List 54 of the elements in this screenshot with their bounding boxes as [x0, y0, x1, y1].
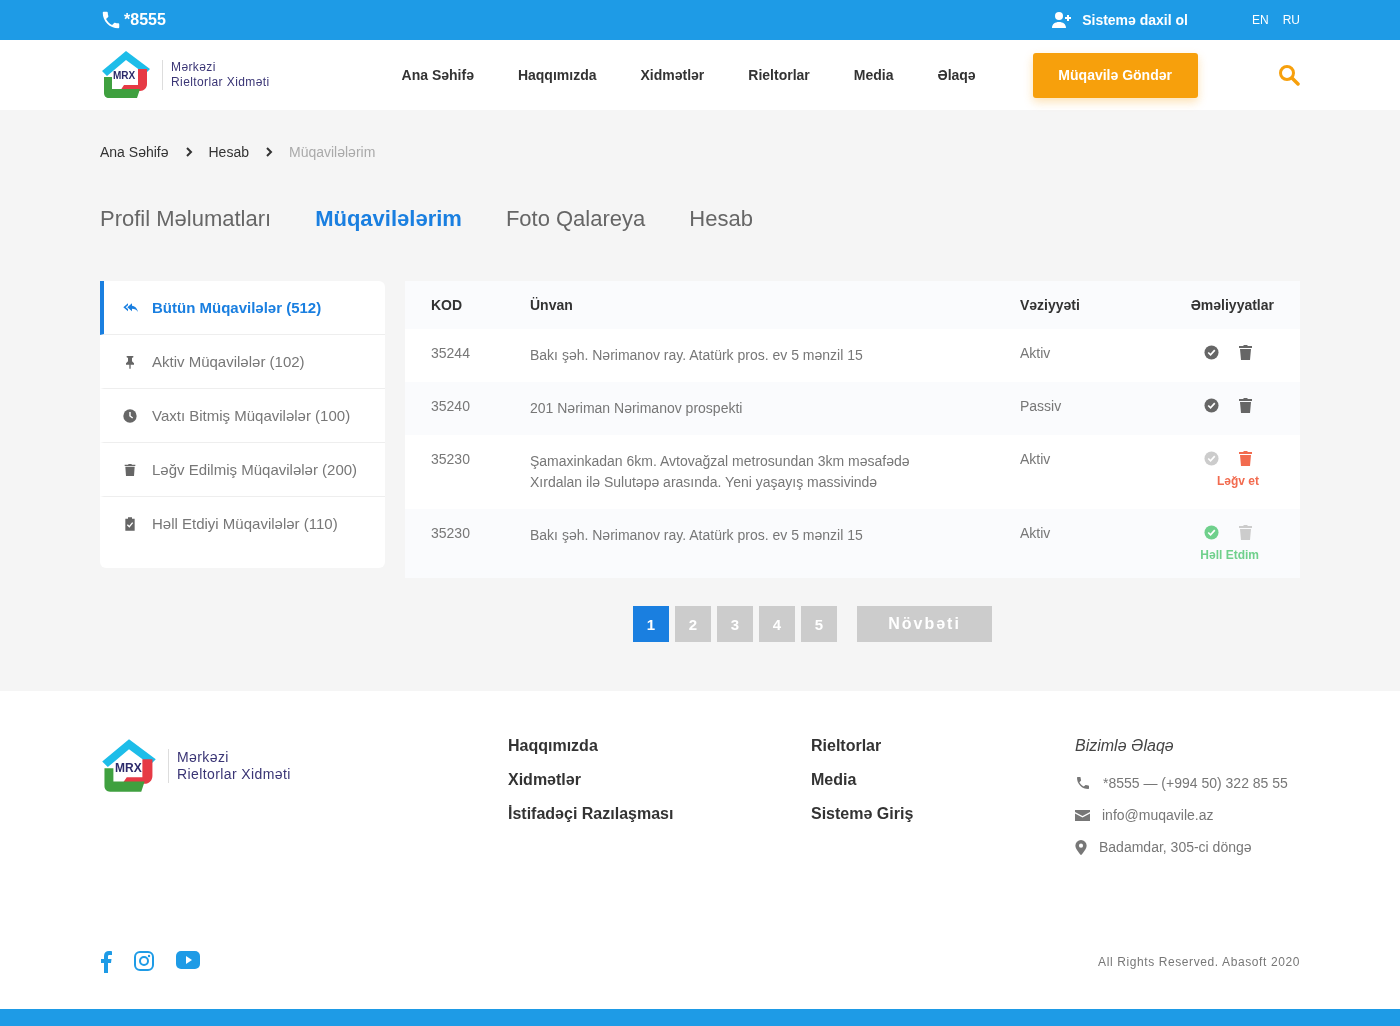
- filter-item[interactable]: Bütün Müqavilələr (512): [100, 281, 385, 335]
- profile-tab[interactable]: Profil Məlumatları: [100, 206, 272, 232]
- action-label[interactable]: Ləğv et: [1217, 474, 1274, 488]
- breadcrumb-link[interactable]: Ana Səhifə: [100, 144, 169, 160]
- logo-text: Mərkəzi Rieltorlar Xidməti: [168, 749, 291, 783]
- table-cell-text: 201 Nəriman Nərimanov prospekti: [530, 399, 744, 418]
- column-header: Vəziyyəti: [1020, 297, 1081, 313]
- contact-text: Badamdar, 305-ci döngə: [1099, 839, 1252, 855]
- filter-item[interactable]: Aktiv Müqavilələr (102): [100, 335, 385, 389]
- language-link[interactable]: RU: [1282, 13, 1300, 27]
- filter-item[interactable]: Ləğv Edilmiş Müqavilələr (200): [100, 443, 385, 497]
- filter-item[interactable]: Vaxtı Bitmiş Müqavilələr (100): [100, 389, 385, 443]
- table-cell-text: 35230: [431, 451, 471, 469]
- footer-link[interactable]: Rieltorlar: [811, 737, 1075, 755]
- page-button[interactable]: 1: [633, 606, 669, 642]
- nav-link[interactable]: Media: [853, 67, 894, 83]
- footer-link[interactable]: Media: [811, 771, 1075, 789]
- logo-mark-text: MRX: [115, 761, 142, 775]
- table-cell-text: Aktiv: [1020, 451, 1052, 469]
- contact-heading: Bizimlə Əlaqə: [1075, 737, 1175, 755]
- nav-link[interactable]: Əlaqə: [937, 67, 976, 83]
- logo-text: Mərkəzi Rieltorlar Xidməti: [162, 60, 270, 90]
- footer-link[interactable]: Haqqımızda: [508, 737, 811, 755]
- column-header: KOD: [431, 297, 464, 313]
- table-cell-text: Aktiv: [1020, 345, 1052, 363]
- logo-mark-text: MRX: [113, 70, 136, 81]
- breadcrumb-link[interactable]: Hesab: [208, 144, 249, 160]
- table-cell-text: Bakı şəh. Nərimanov ray. Atatürk pros. ev 5 mənzil 15: [530, 526, 864, 545]
- column-header: Ünvan: [530, 297, 574, 313]
- nav-link[interactable]: Haqqımızda: [517, 67, 597, 83]
- table-cell-text: Bakı şəh. Nərimanov ray. Atatürk pros. ev 5 mənzil 15: [530, 346, 864, 365]
- profile-tab[interactable]: Hesab: [689, 206, 753, 232]
- hotline-number[interactable]: *8555: [100, 9, 166, 31]
- nav-link[interactable]: Xidmətlər: [640, 67, 705, 83]
- table-cell-text: 35244: [431, 345, 471, 363]
- footer-link[interactable]: Xidmətlər: [508, 771, 811, 789]
- footer-link[interactable]: İstifadəçi Razılaşması: [508, 805, 811, 823]
- column-header: Əməliyyatlar: [1189, 297, 1274, 313]
- filter-item[interactable]: Həll Etdiyi Müqavilələr (110): [100, 497, 385, 550]
- profile-tab[interactable]: Foto Qalareya: [505, 206, 646, 232]
- table-cell-text: Aktiv: [1020, 525, 1052, 543]
- nav-link[interactable]: Ana Səhifə: [401, 67, 474, 83]
- contact-text: info@muqavile.az: [1102, 807, 1214, 823]
- nav-link[interactable]: Rieltorlar: [748, 67, 810, 83]
- table-cell-text: Şamaxinkadan 6km. Avtovağzal metrosundan 3km məsafədə Xırdalan ilə Sulutəpə arasında. Yeni yaşayış massivində: [530, 452, 911, 492]
- contact-text: *8555 — (+994 50) 322 85 55: [1103, 775, 1288, 791]
- table-cell-text: 35230: [431, 525, 471, 543]
- table-cell-text: Passiv: [1020, 398, 1063, 416]
- table-cell-text: 35240: [431, 398, 471, 416]
- language-link[interactable]: EN: [1252, 13, 1269, 27]
- footer-link[interactable]: Sistemə Giriş: [811, 805, 1075, 823]
- copyright-text: All Rights Reserved. Abasoft 2020: [1098, 955, 1300, 969]
- login-link[interactable]: Sistemə daxil ol: [1052, 12, 1188, 28]
- profile-tab[interactable]: Müqavilələrim: [315, 206, 462, 232]
